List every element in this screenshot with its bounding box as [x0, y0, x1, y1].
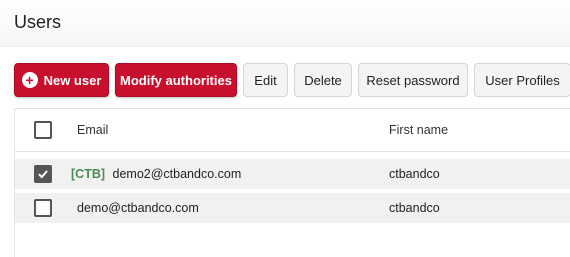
plus-circle-icon: +: [21, 72, 38, 88]
email-cell: demo@ctbandco.com: [77, 201, 199, 215]
email-text: demo2@ctbandco.com: [112, 167, 242, 181]
row-checkbox-checked[interactable]: [34, 165, 52, 183]
first-name-cell: ctbandco: [389, 201, 440, 215]
page-title: Users: [14, 12, 62, 32]
edit-button[interactable]: Edit: [243, 63, 288, 97]
table-header-row: Email First name: [15, 109, 570, 152]
delete-button[interactable]: Delete: [294, 63, 352, 97]
column-header-email[interactable]: Email: [77, 123, 108, 137]
row-checkbox[interactable]: [34, 199, 52, 217]
table-row[interactable]: [CTB] demo2@ctbandco.com ctbandco: [15, 159, 570, 189]
select-all-checkbox[interactable]: [34, 121, 52, 139]
column-header-first-name[interactable]: First name: [389, 123, 448, 137]
user-profiles-button[interactable]: User Profiles: [474, 63, 570, 97]
page-header: Users: [0, 0, 570, 47]
table-row[interactable]: demo@ctbandco.com ctbandco: [15, 193, 570, 223]
users-table: Email First name [CTB] demo2@ctbandco.co…: [14, 108, 570, 257]
new-user-button[interactable]: + New user: [14, 63, 109, 97]
modify-authorities-button[interactable]: Modify authorities: [115, 63, 237, 97]
first-name-cell: ctbandco: [389, 167, 440, 181]
email-cell: [CTB] demo2@ctbandco.com: [71, 167, 241, 181]
org-tag: [CTB]: [71, 167, 106, 181]
new-user-label: New user: [43, 72, 102, 88]
reset-password-button[interactable]: Reset password: [358, 63, 468, 97]
checkmark-icon: [38, 170, 48, 179]
toolbar: + New user Modify authorities Edit Delet…: [14, 63, 570, 97]
